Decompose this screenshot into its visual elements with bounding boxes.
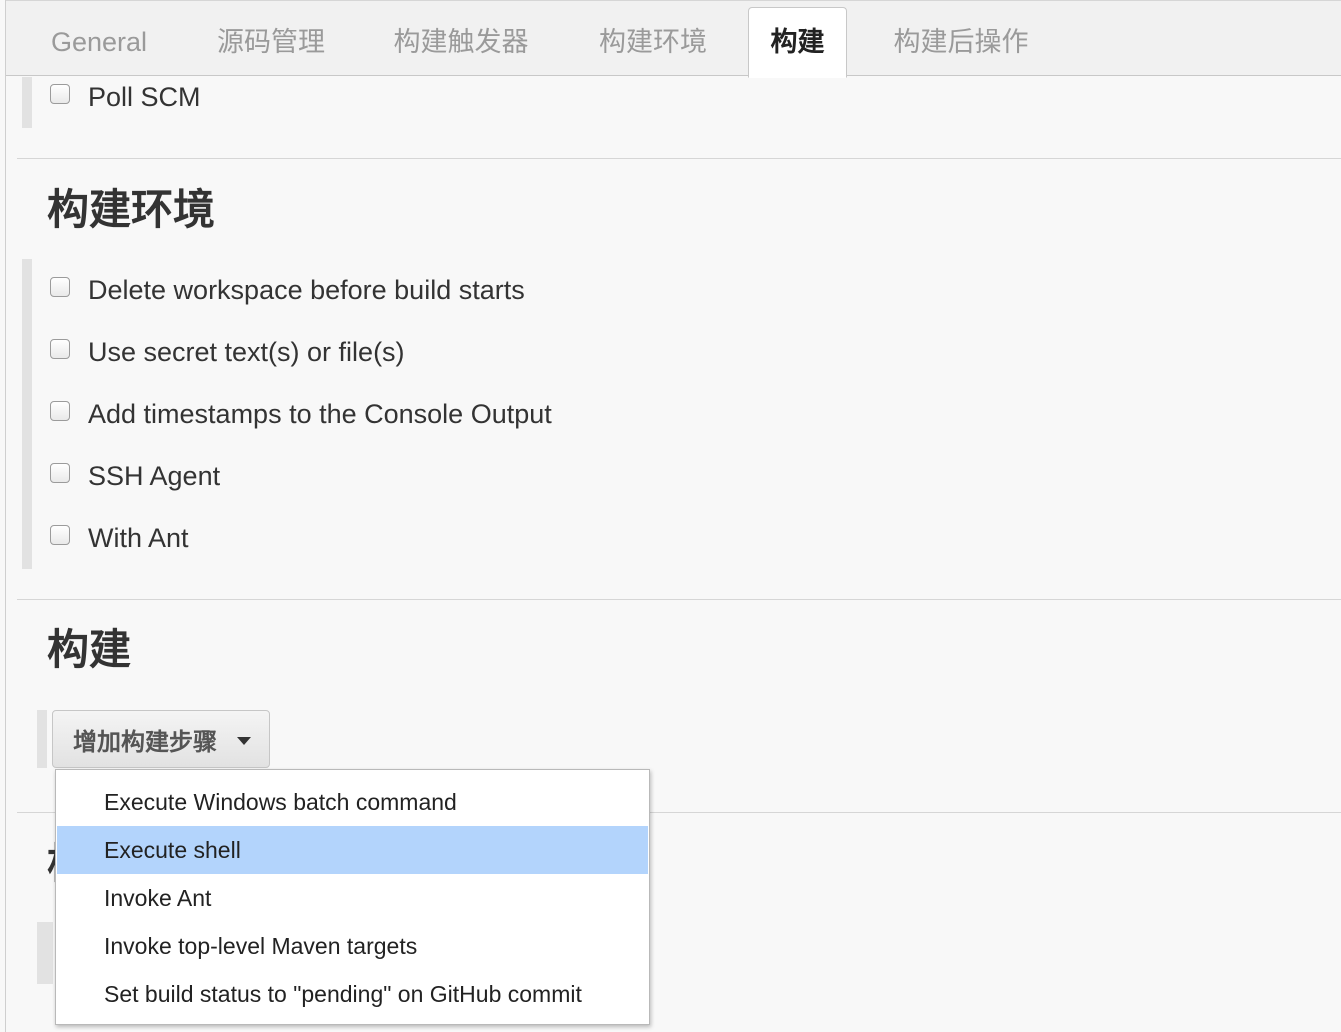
ssh-agent-label: SSH Agent [88,460,221,491]
menu-item-set-github-status[interactable]: Set build status to "pending" on GitHub … [57,970,648,1018]
option-timestamps[interactable]: Add timestamps to the Console Output [50,397,552,431]
post-build-indent-bar [37,922,53,984]
section-divider [17,158,1341,159]
config-tabbar: General 源码管理 构建触发器 构建环境 构建 构建后操作 [6,0,1341,78]
menu-item-execute-shell[interactable]: Execute shell [57,826,648,874]
menu-item-execute-windows-batch[interactable]: Execute Windows batch command [57,778,648,826]
poll-scm-checkbox[interactable] [50,84,70,104]
secret-text-label: Use secret text(s) or file(s) [88,336,405,367]
tab-source-code-management[interactable]: 源码管理 [211,9,331,77]
secret-text-checkbox[interactable] [50,339,70,359]
left-edge-border [5,0,6,1032]
build-heading: 构建 [47,626,132,673]
timestamps-label: Add timestamps to the Console Output [88,398,552,429]
delete-workspace-label: Delete workspace before build starts [88,274,525,305]
build-environment-heading: 构建环境 [47,186,216,233]
option-ssh-agent[interactable]: SSH Agent [50,459,220,493]
trigger-section-indent-bar [22,77,32,128]
poll-scm-option[interactable]: Poll SCM [50,80,201,114]
tab-build[interactable]: 构建 [748,7,847,78]
option-with-ant[interactable]: With Ant [50,521,189,555]
with-ant-label: With Ant [88,522,189,553]
caret-down-icon [237,737,251,745]
build-env-indent-bar [22,259,32,569]
add-build-step-label: 增加构建步骤 [73,728,217,756]
tab-build-environment[interactable]: 构建环境 [591,9,715,77]
option-secret-text[interactable]: Use secret text(s) or file(s) [50,335,405,369]
poll-scm-label: Poll SCM [88,81,201,112]
with-ant-checkbox[interactable] [50,525,70,545]
build-step-dropdown-menu: Execute Windows batch command Execute sh… [55,769,650,1025]
job-config-page: General 源码管理 构建触发器 构建环境 构建 构建后操作 Poll SC… [0,0,1341,1032]
tab-post-build-actions[interactable]: 构建后操作 [887,9,1035,77]
section-divider [17,599,1341,600]
ssh-agent-checkbox[interactable] [50,463,70,483]
delete-workspace-checkbox[interactable] [50,277,70,297]
tab-general[interactable]: General [49,9,149,77]
timestamps-checkbox[interactable] [50,401,70,421]
add-step-indent-bar [37,710,47,768]
option-delete-workspace[interactable]: Delete workspace before build starts [50,273,525,307]
tab-build-triggers[interactable]: 构建触发器 [387,9,535,77]
menu-item-invoke-maven-targets[interactable]: Invoke top-level Maven targets [57,922,648,970]
add-build-step-button[interactable]: 增加构建步骤 [52,710,270,768]
menu-item-invoke-ant[interactable]: Invoke Ant [57,874,648,922]
